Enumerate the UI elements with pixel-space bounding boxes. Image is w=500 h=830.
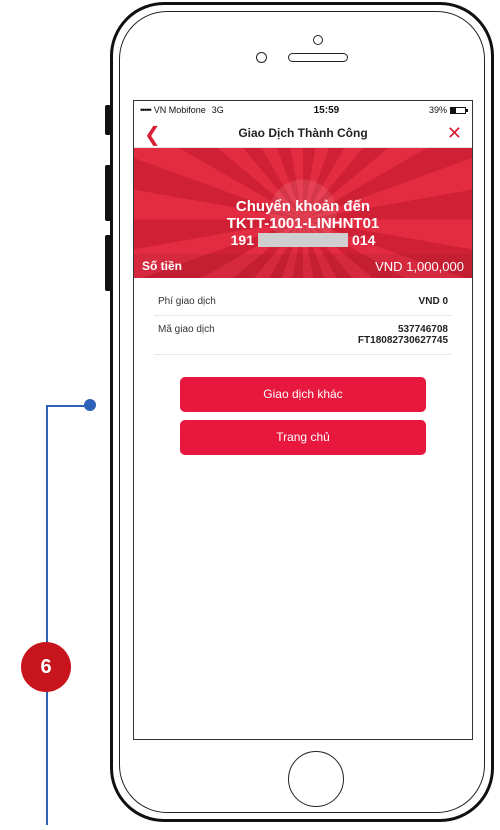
- volume-up-button: [105, 165, 111, 221]
- detail-value: VND 0: [418, 296, 448, 307]
- step-badge: 6: [21, 642, 71, 692]
- recipient-account-number: 191 014: [134, 232, 472, 248]
- amount-value: VND 1,000,000: [375, 258, 464, 274]
- battery-percent: 39%: [428, 105, 447, 115]
- nav-bar: ❮ Giao Dịch Thành Công ✕: [134, 119, 472, 148]
- transaction-details: Phí giao dịch VND 0 Mã giao dịch 5377467…: [154, 288, 452, 355]
- network-type: 3G: [211, 105, 224, 115]
- account-suffix: 014: [352, 232, 376, 248]
- home-page-button[interactable]: Trang chủ: [180, 420, 426, 455]
- mute-switch: [105, 105, 111, 135]
- other-transaction-button[interactable]: Giao dịch khác: [180, 377, 426, 412]
- proximity-sensor: [256, 52, 267, 63]
- chevron-left-icon[interactable]: ❮: [144, 122, 161, 147]
- callout-line-vertical: [46, 405, 48, 825]
- volume-down-button: [105, 235, 111, 291]
- transfer-banner: Chuyển khoản đến TKTT-1001-LINHNT01 191 0…: [134, 148, 472, 278]
- phone-screen: ••••• VN Mobifone 3G 15:59 39% ❮ Giao Dị…: [133, 100, 473, 740]
- page-title: Giao Dịch Thành Công: [238, 126, 368, 140]
- detail-value: 537746708 FT18082730627745: [358, 324, 448, 346]
- account-prefix: 191: [230, 232, 254, 248]
- detail-row-fee: Phí giao dịch VND 0: [154, 288, 452, 316]
- status-time: 15:59: [313, 104, 340, 116]
- battery-icon: [450, 106, 468, 114]
- callout-line-horizontal: [46, 405, 88, 407]
- status-bar: ••••• VN Mobifone 3G 15:59 39%: [134, 101, 472, 119]
- transaction-ft-code: FT18082730627745: [357, 335, 448, 346]
- home-button[interactable]: [288, 751, 344, 807]
- redacted-block: [258, 233, 348, 247]
- front-camera: [313, 35, 323, 45]
- amount-label: Số tiền: [142, 259, 183, 273]
- earpiece-speaker: [288, 53, 348, 62]
- close-icon[interactable]: ✕: [447, 123, 462, 144]
- amount-row: Số tiền VND 1,000,000: [134, 254, 472, 278]
- transfer-heading: Chuyển khoản đến: [235, 198, 371, 215]
- detail-row-transaction-id: Mã giao dịch 537746708 FT18082730627745: [154, 316, 452, 355]
- detail-label: Mã giao dịch: [158, 324, 215, 335]
- transaction-ref-number: 537746708: [397, 324, 448, 335]
- recipient-account-name: TKTT-1001-LINHNT01: [226, 215, 380, 232]
- callout-dot: [84, 399, 96, 411]
- detail-label: Phí giao dịch: [158, 296, 216, 307]
- signal-strength-icon: •••••: [140, 105, 152, 115]
- carrier-name: VN Mobifone: [153, 105, 206, 115]
